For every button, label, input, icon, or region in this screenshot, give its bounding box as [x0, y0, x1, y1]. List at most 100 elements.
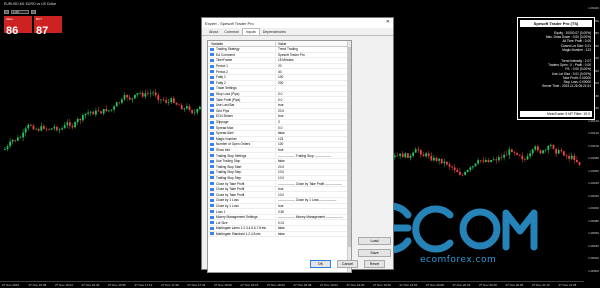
- sell-price: 86: [6, 25, 19, 37]
- variable-column-header[interactable]: Variable: [208, 41, 276, 46]
- time-tick-label: 27 Nov 20:24: [452, 283, 471, 287]
- value-cell[interactable]: 10.0: [276, 176, 351, 180]
- dialog-tabs: About Common Inputs Dependencies: [202, 28, 393, 36]
- value-cell[interactable]: Spesoft Trader Pro: [276, 53, 351, 57]
- time-tick-label: 27 Nov 16:08: [28, 283, 47, 287]
- parameter-icon: [210, 142, 214, 146]
- value-cell[interactable]: 3: [276, 120, 351, 124]
- value-cell[interactable]: ---------------- Close by Take Profit --…: [276, 182, 351, 186]
- lot-decrease-button[interactable]: [4, 9, 9, 14]
- value-cell[interactable]: 10.0: [276, 170, 351, 174]
- value-cell[interactable]: false: [276, 226, 351, 230]
- value-cell[interactable]: true: [276, 148, 351, 152]
- candle-body: [11, 140, 14, 142]
- variable-cell: Money Management Settings: [208, 214, 276, 220]
- value-cell[interactable]: 10.0: [276, 193, 351, 197]
- value-cell[interactable]: true: [276, 187, 351, 191]
- value-cell[interactable]: 0.0: [276, 92, 351, 96]
- value-cell[interactable]: 0.0: [276, 126, 351, 130]
- tab-common[interactable]: Common: [221, 29, 242, 35]
- value-column-header[interactable]: Value: [276, 42, 351, 46]
- parameter-icon: [210, 109, 214, 113]
- close-icon[interactable]: ✕: [386, 19, 390, 25]
- tab-inputs[interactable]: Inputs: [242, 28, 260, 35]
- candle-body: [565, 155, 568, 157]
- load-button[interactable]: Load: [358, 237, 391, 245]
- value-cell[interactable]: false: [276, 131, 351, 135]
- candle-body: [433, 157, 435, 161]
- variable-cell: Period 1: [208, 63, 276, 69]
- buy-button[interactable]: BUY 87: [34, 16, 62, 37]
- variable-name: Close by Take Profit: [216, 187, 245, 192]
- candle-body: [165, 100, 167, 103]
- time-tick-label: 27 Nov 19:04: [320, 283, 338, 287]
- value-cell[interactable]: ---------------- Money Management ------…: [276, 215, 351, 219]
- value-cell[interactable]: Trend Trading: [276, 47, 351, 51]
- value-cell[interactable]: false: [276, 159, 351, 163]
- value-cell[interactable]: 123: [276, 137, 351, 141]
- cancel-button[interactable]: Cancel: [337, 260, 358, 268]
- candle-body: [183, 108, 186, 110]
- value-cell[interactable]: 20.0: [276, 165, 351, 169]
- tab-dependencies[interactable]: Dependencies: [260, 29, 289, 35]
- value-cell[interactable]: false: [276, 232, 351, 236]
- candle-body: [414, 149, 417, 153]
- parameter-icon: [210, 131, 214, 135]
- candle-body: [570, 155, 573, 159]
- value-cell[interactable]: true: [276, 103, 351, 107]
- info-lines-trade: Trend Intensity : 2.07 Traders Open : 0 ;…: [518, 57, 594, 90]
- input-row[interactable]: Martingale Standard 1.2.4.8.etc false: [208, 231, 351, 238]
- value-cell[interactable]: 40: [276, 70, 351, 74]
- candle-body: [479, 160, 482, 161]
- candle-body: [58, 129, 61, 131]
- ea-info-panel: Spesoft Trader Pro (TS) Equity : 10000.0…: [517, 17, 595, 120]
- reset-button[interactable]: Reset: [364, 260, 385, 268]
- candle-body: [4, 149, 6, 150]
- parameter-icon: [210, 148, 214, 152]
- candle-body: [128, 97, 131, 100]
- value-cell[interactable]: 20: [276, 64, 351, 68]
- sell-button[interactable]: SELL 86: [4, 16, 32, 37]
- variable-name: Period 1: [216, 64, 228, 69]
- candle-body: [69, 122, 71, 126]
- sell-label: SELL: [6, 17, 14, 21]
- candle-body: [167, 102, 170, 103]
- time-tick-label: 27 Nov 21:28: [558, 283, 577, 287]
- value-cell[interactable]: 15 Minutes: [276, 58, 351, 62]
- candle-body: [30, 124, 32, 126]
- value-cell[interactable]: true: [276, 114, 351, 118]
- candle-body: [19, 137, 22, 138]
- lot-size-input[interactable]: 1.00: [11, 9, 29, 14]
- save-button[interactable]: Save: [358, 249, 391, 257]
- value-cell[interactable]: 100: [276, 142, 351, 146]
- candle-body: [440, 158, 443, 164]
- value-cell[interactable]: 100: [276, 75, 351, 79]
- scrollbar-thumb[interactable]: [348, 47, 351, 247]
- value-cell[interactable]: ---------------- Close by 1 Loss -------…: [276, 198, 351, 202]
- value-cell[interactable]: 20.0: [276, 109, 351, 113]
- variable-cell: Trailing Stop Settings: [208, 153, 276, 158]
- candle-body: [154, 92, 157, 96]
- variable-cell: Use Trailing Stop: [208, 158, 276, 164]
- variable-name: Close by Take Profit: [216, 181, 245, 186]
- variable-cell: Number of Open Orders: [208, 142, 276, 147]
- lot-increase-button[interactable]: [31, 9, 36, 14]
- parameter-icon: [210, 176, 214, 180]
- parameter-icon: [210, 81, 214, 85]
- variable-name: Martingale Lamn 1.2.3.4.5.6.7.8.etc: [216, 226, 267, 231]
- ok-button[interactable]: OK: [310, 260, 331, 268]
- time-axis[interactable]: 27 Nov 2023 27 Nov 16:08 27 Nov 16:24 27 No…: [0, 281, 584, 288]
- parameter-icon: [210, 114, 214, 118]
- value-cell[interactable]: 0.50: [276, 210, 351, 214]
- candle-body: [160, 99, 162, 101]
- tab-about[interactable]: About: [206, 29, 221, 35]
- grid-scrollbar[interactable]: [347, 41, 351, 272]
- value-cell[interactable]: true: [276, 204, 351, 208]
- value-cell[interactable]: 200: [276, 81, 351, 85]
- value-cell[interactable]: 0.0: [276, 98, 351, 102]
- candle-body: [547, 145, 550, 150]
- value-cell[interactable]: 0.01: [276, 221, 351, 225]
- candle-body: [149, 93, 152, 94]
- value-cell[interactable]: ---------------- Trailing Stop ---------…: [276, 154, 351, 158]
- parameter-icon: [210, 92, 214, 96]
